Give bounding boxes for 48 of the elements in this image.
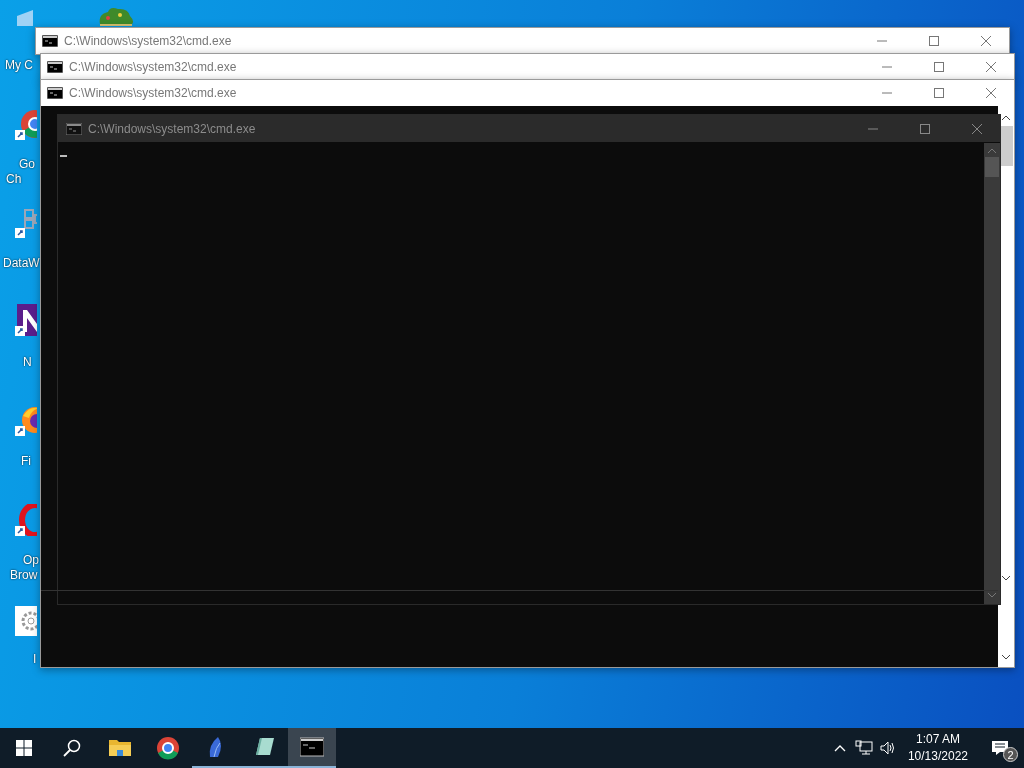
- search-icon: [63, 739, 81, 757]
- icon-label[interactable]: Ch: [6, 172, 22, 187]
- scroll-up-icon[interactable]: [1001, 115, 1011, 121]
- notifications-button[interactable]: 2: [976, 728, 1024, 768]
- window-title: C:\Windows\system32\cmd.exe: [88, 120, 257, 138]
- ring-logo-icon[interactable]: [15, 504, 37, 536]
- circle-logo-icon: [156, 736, 180, 760]
- terminal-icon: [66, 122, 82, 135]
- windows-logo-icon: [16, 740, 32, 756]
- caret-icon: [833, 744, 846, 752]
- speaker-icon: [879, 741, 896, 755]
- network-icon: [854, 740, 873, 756]
- clock-date[interactable]: 10/13/2022: [907, 748, 968, 765]
- close-icon: [971, 122, 983, 135]
- scrollbar[interactable]: [984, 143, 1000, 604]
- terminal-icon: [47, 87, 63, 99]
- notification-count: 2: [1003, 747, 1018, 762]
- text-cursor: [60, 155, 67, 157]
- terminal-icon: [47, 61, 63, 73]
- maximize-icon: [919, 122, 931, 135]
- icon-label[interactable]: My C: [5, 58, 33, 73]
- close-icon: [980, 35, 992, 47]
- grid-icon[interactable]: [15, 206, 37, 238]
- scroll-down-icon[interactable]: [1001, 575, 1011, 581]
- icon-label[interactable]: Go: [19, 157, 35, 172]
- icon-label[interactable]: N: [23, 355, 32, 370]
- scroll-down-icon[interactable]: [1001, 654, 1011, 660]
- scroll-thumb[interactable]: [985, 157, 999, 177]
- clock-time[interactable]: 1:07 AM: [907, 731, 968, 748]
- close-icon: [985, 61, 997, 73]
- gear-icon[interactable]: [15, 606, 37, 636]
- window-title: C:\Windows\system32\cmd.exe: [69, 85, 238, 102]
- icon-label[interactable]: I: [33, 652, 37, 667]
- maximize-icon: [933, 61, 945, 73]
- message-icon: [991, 740, 1009, 756]
- icon-label[interactable]: Brow: [10, 568, 38, 583]
- window-title: C:\Windows\system32\cmd.exe: [69, 59, 238, 76]
- letter-tile-icon[interactable]: [15, 304, 37, 336]
- maximize-icon: [933, 87, 945, 99]
- terminal-icon: [42, 35, 58, 47]
- maximize-icon: [928, 35, 940, 47]
- close-icon: [985, 87, 997, 99]
- terminal-icon: [300, 735, 324, 759]
- taskbar-app-button[interactable]: [288, 728, 336, 768]
- icon-label[interactable]: DataW: [3, 256, 40, 271]
- icon-label[interactable]: Op: [23, 553, 39, 568]
- icon-label[interactable]: Fi: [21, 454, 31, 469]
- window-title: C:\Windows\system32\cmd.exe: [64, 33, 233, 50]
